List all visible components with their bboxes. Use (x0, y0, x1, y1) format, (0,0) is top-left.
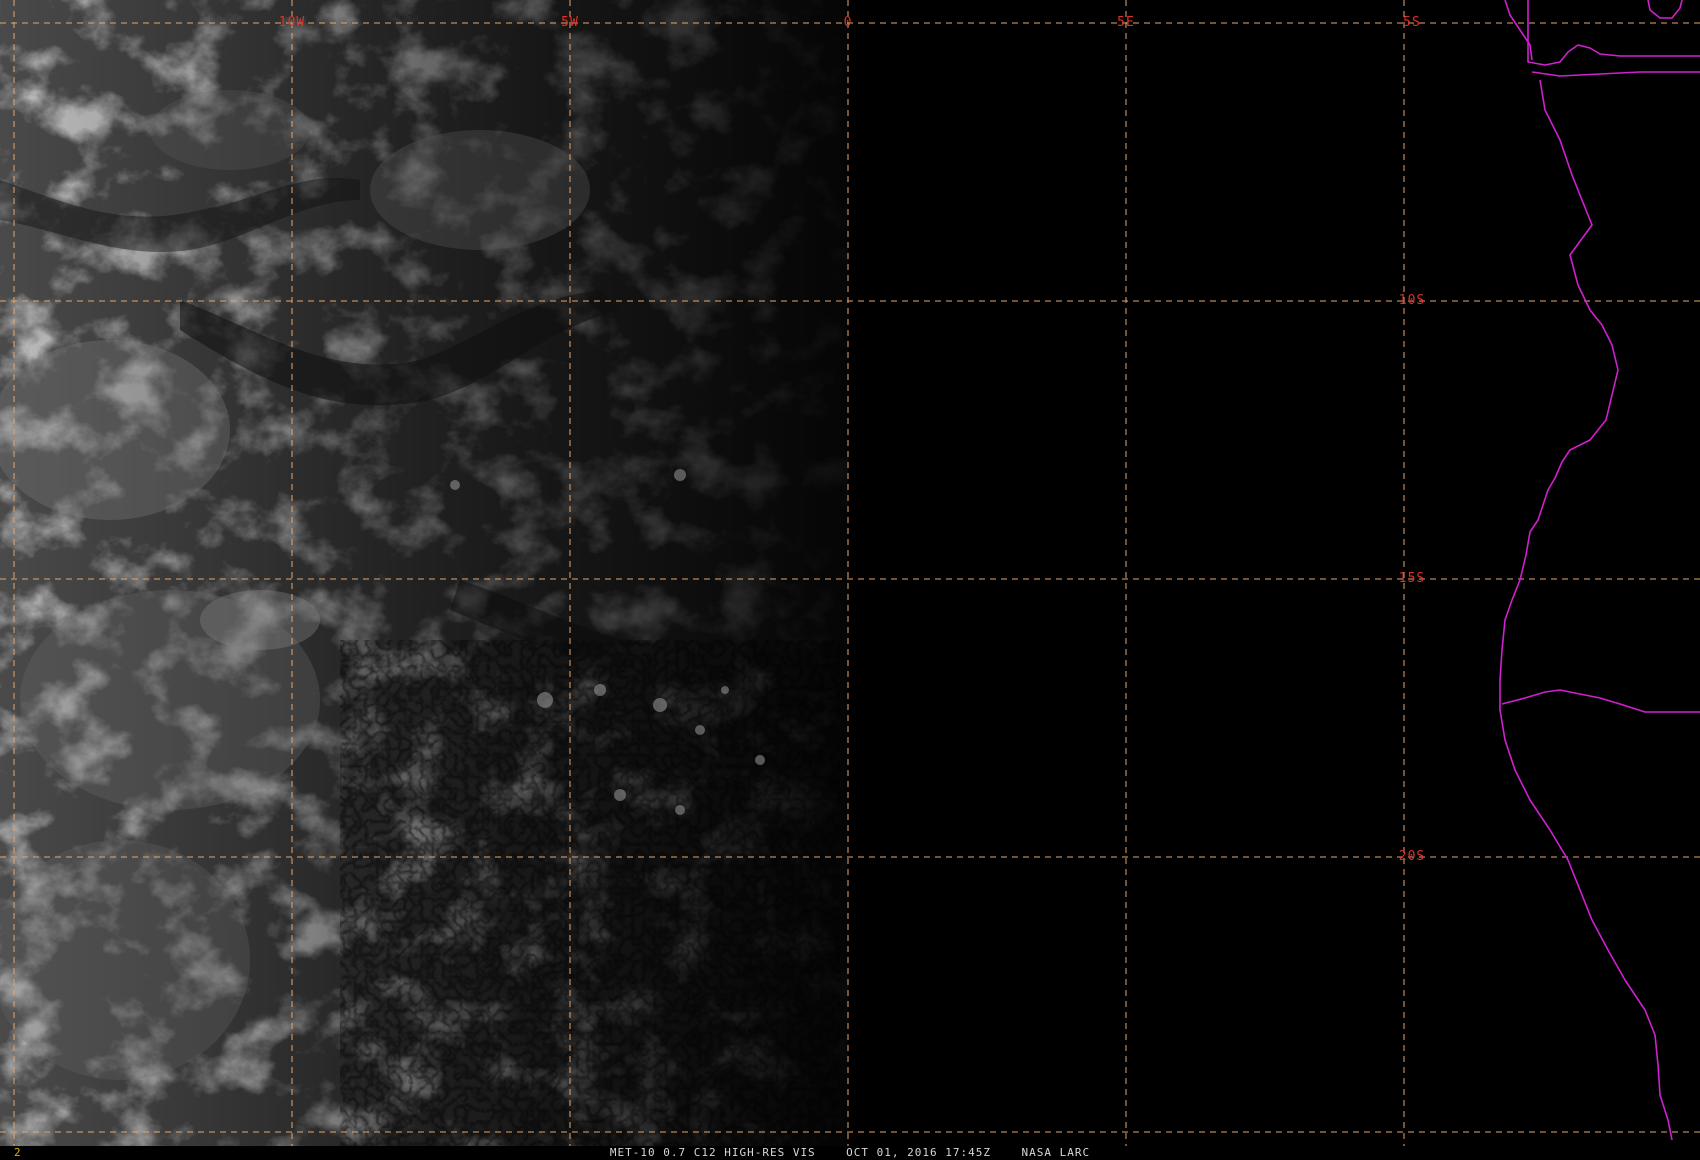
border-drc-angola (1531, 71, 1700, 77)
latitude-label: 10S (1398, 293, 1426, 308)
product-caption: MET-10 0.7 C12 HIGH-RES VIS OCT 01, 2016… (609, 1146, 1091, 1159)
coastline (1499, 0, 1700, 1141)
satellite-map[interactable]: 10W 5W 0 5E 5S 10S 15S 20S (0, 0, 1700, 1146)
longitude-label: 5E (1117, 15, 1135, 30)
border-angola-namibia (1501, 689, 1700, 713)
border-congo (1527, 0, 1700, 66)
longitude-label: 5W (561, 15, 579, 30)
longitude-label: 0 (843, 15, 853, 30)
latitude-label: 20S (1398, 849, 1426, 864)
longitude-label: 10W (278, 15, 306, 30)
latitude-label: 5S (1403, 15, 1421, 30)
latitude-label: 15S (1398, 571, 1426, 586)
border-north-b (1647, 0, 1683, 19)
lat-lon-grid (0, 0, 1700, 1146)
coastline-main (1499, 79, 1673, 1141)
status-bar: 2 MET-10 0.7 C12 HIGH-RES VIS OCT 01, 20… (0, 1146, 1700, 1160)
